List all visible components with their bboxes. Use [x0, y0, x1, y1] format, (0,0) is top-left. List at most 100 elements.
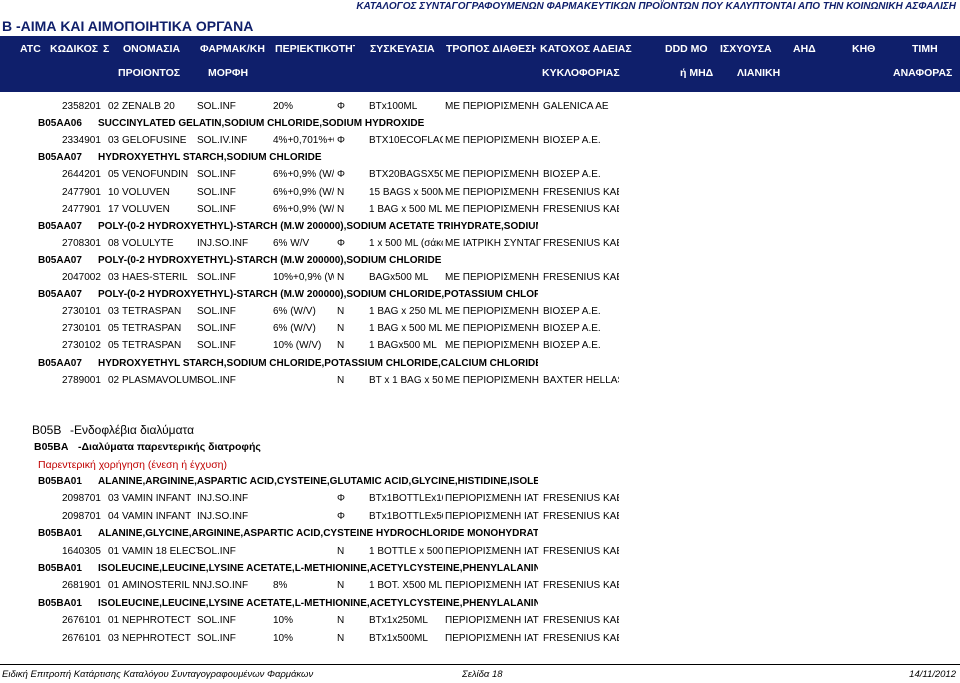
cell-pack: 1 BAGx500 ML: [369, 340, 437, 352]
cell-mode: ΜΕ ΠΕΡΙΟΡΙΣΜΕΝΗ: [445, 323, 539, 335]
col-reference-sub: ΑΝΑΦΟΡΑΣ: [893, 67, 953, 79]
group-atc-code: B05BA01: [38, 476, 82, 487]
col-code: ΚΩΔΙΚΟΣ: [50, 43, 99, 55]
footer-committee: Ειδική Επιτροπή Κατάρτισης Καταλόγου Συν…: [2, 669, 314, 680]
section-subtitle: Παρεντερική χορήγηση (ένεση ή έγχυση): [38, 459, 228, 471]
cell-name: VAMIN 18 ELECTROLYTE: [122, 545, 199, 557]
cell-mode: ΜΕ ΠΕΡΙΟΡΙΣΜΕΝΗ: [445, 169, 539, 181]
cell-s: N: [337, 615, 345, 627]
column-header-bar: ATC ΚΩΔΙΚΟΣ Σ ΟΝΟΜΑΣΙΑ ΦΑΡΜΑΚ/ΚΗ ΠΕΡΙΕΚΤ…: [0, 36, 960, 92]
cell-pack: BTX20BAGSX500: [369, 169, 443, 181]
col-aid: ΑΗΔ: [793, 43, 816, 55]
col-strength: ΠΕΡΙΕΚΤΙΚΟΤΗΤΑ: [275, 43, 355, 55]
cell-pack: BT x 1 BAG x 500ML: [369, 374, 443, 386]
cell-strength: 4%+0,701%+0,136%: [273, 135, 334, 147]
col-holder: ΚΑΤΟΧΟΣ ΑΔΕΙΑΣ: [540, 43, 632, 55]
cell-form: SOL.INF: [197, 340, 236, 352]
cell-code: 2789001: [62, 374, 101, 386]
group-substance: ISOLEUCINE,LEUCINE,LYSINE ACETATE,L-METH…: [98, 563, 538, 574]
cell-holder: ΒΙΟΣΕΡ Α.Ε.: [543, 340, 601, 352]
footer-divider: [0, 664, 960, 665]
cell-seq: 01: [108, 580, 120, 592]
cell-name: HAES-STERIL: [122, 272, 188, 283]
cell-strength: 10% (W/V): [273, 340, 322, 352]
cell-strength: 10%: [273, 615, 294, 627]
cell-form: SOL.INF: [197, 306, 236, 318]
cell-seq: 01: [108, 615, 120, 627]
group-atc-code: B05AA07: [38, 220, 82, 232]
cell-seq: 17: [108, 203, 120, 215]
cell-code: 2098701: [62, 510, 101, 522]
col-form-sub: ΜΟΡΦΗ: [208, 67, 249, 79]
cell-holder: BAXTER HELLAS: [543, 374, 619, 386]
cell-form: INJ.SO.INF: [197, 237, 249, 249]
cell-strength: 6% (W/V): [273, 306, 316, 318]
cell-form: SOL.INF: [197, 101, 236, 112]
group-atc-code: B05AA07: [38, 254, 82, 266]
cell-s: N: [337, 580, 345, 592]
cell-form: SOL.INF: [197, 169, 236, 181]
cell-pack: BAGx500 ML: [369, 272, 429, 283]
cell-pack: 15 BAGS x 500ML: [369, 186, 443, 198]
cell-holder: FRESENIUS KABI: [543, 272, 619, 283]
cell-holder: ΒΙΟΣΕΡ Α.Ε.: [543, 323, 601, 335]
cell-pack: BTx1x500ML: [369, 632, 428, 644]
cell-s: Φ: [337, 169, 345, 181]
cell-mode: ΜΕ ΠΕΡΙΟΡΙΣΜΕΝΗ: [445, 272, 539, 283]
cell-name: VOLUVEN: [122, 186, 170, 198]
cell-name: NEPHROTECT: [122, 632, 191, 644]
cell-form: SOL.INF: [197, 186, 236, 198]
col-form: ΦΑΡΜΑΚ/ΚΗ: [200, 43, 265, 55]
cell-code: 2708301: [62, 237, 101, 249]
cell-pack: BTx1BOTTLEx500: [369, 510, 443, 522]
cell-name: TETRASPAN: [122, 323, 182, 335]
cell-s: N: [337, 340, 345, 352]
cell-holder: ΒΙΟΣΕΡ Α.Ε.: [543, 135, 601, 147]
cell-pack: 1 BOT. X500 ML: [369, 580, 443, 592]
cell-pack: BTx1BOTTLEx100: [369, 493, 443, 505]
cell-seq: 05: [108, 323, 120, 335]
group-substance: POLY-(0-2 HYDROXYETHYL)-STARCH (M.W 2000…: [98, 289, 538, 301]
cell-name: ZENALB 20: [122, 101, 175, 112]
cell-s: N: [337, 545, 345, 557]
cell-mode: ΜΕ ΠΕΡΙΟΡΙΣΜΕΝΗ: [445, 101, 539, 112]
cell-strength: 6%+0,9% (W/V): [273, 203, 334, 215]
cell-mode: ΜΕ ΠΕΡΙΟΡΙΣΜΕΝΗ: [445, 374, 539, 386]
cell-name: PLASMAVOLUME: [122, 374, 199, 386]
group-substance: ALANINE,ARGININE,ASPARTIC ACID,CYSTEINE,…: [98, 476, 538, 487]
group-substance: POLY-(0-2 HYDROXYETHYL)-STARCH (M.W 2000…: [98, 254, 442, 266]
cell-s: N: [337, 272, 345, 283]
cell-holder: FRESENIUS KABI: [543, 493, 619, 505]
cell-seq: 03: [108, 135, 120, 147]
cell-pack: BTx100ML: [369, 101, 418, 112]
cell-form: SOL.INF: [197, 374, 236, 386]
cell-mode: ΜΕ ΠΕΡΙΟΡΙΣΜΕΝΗ: [445, 340, 539, 352]
group-atc-code: B05AA06: [38, 118, 82, 130]
group-atc-code: B05AA07: [38, 289, 82, 301]
cell-seq: 05: [108, 340, 120, 352]
cell-seq: 03: [108, 632, 120, 644]
cell-pack: 1 BOTTLE x 500 ML: [369, 545, 443, 557]
cell-holder: FRESENIUS KABI: [543, 545, 619, 557]
col-product-sub: ΠΡΟΙΟΝΤΟΣ: [118, 67, 181, 79]
cell-mode: ΠΕΡΙΟΡΙΣΜΕΝΗ ΙΑΤ: [445, 632, 539, 644]
group-atc-code: B05BA01: [38, 563, 82, 574]
cell-code: 2358201: [62, 101, 101, 112]
cell-strength: 10%: [273, 632, 294, 644]
cell-code: 2477901: [62, 203, 101, 215]
footer-date: 14/11/2012: [909, 669, 956, 680]
cell-holder: FRESENIUS KABI: [543, 510, 619, 522]
cell-seq: 01: [108, 545, 120, 557]
col-name: ΟΝΟΜΑΣΙΑ: [123, 43, 181, 55]
group-atc-code: B05AA07: [38, 152, 82, 164]
cell-code: 2047002: [62, 272, 101, 283]
footer-page-number: Σελίδα 18: [462, 669, 503, 680]
group-atc-code: B05BA01: [38, 597, 82, 609]
group-substance: ALANINE,GLYCINE,ARGININE,ASPARTIC ACID,C…: [98, 528, 538, 540]
col-atc: ATC: [20, 43, 41, 55]
cell-code: 2676101: [62, 632, 101, 644]
cell-strength: 20%: [273, 101, 294, 112]
cell-strength: 6% W/V: [273, 237, 310, 249]
cell-holder: FRESENIUS KABI: [543, 203, 619, 215]
cell-holder: ΒΙΟΣΕΡ Α.Ε.: [543, 306, 601, 318]
